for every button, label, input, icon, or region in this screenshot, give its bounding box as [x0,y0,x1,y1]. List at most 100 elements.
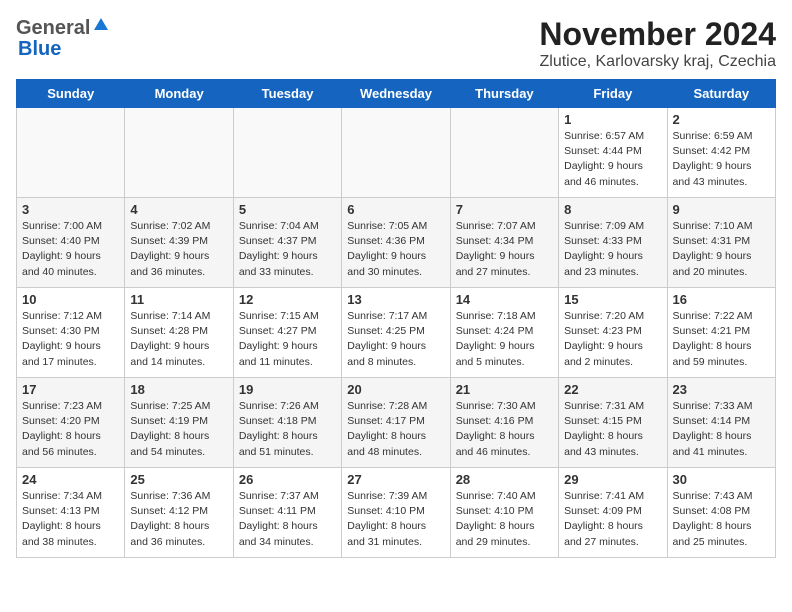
day-number: 21 [456,382,553,397]
calendar-cell: 19 Sunrise: 7:26 AM Sunset: 4:18 PM Dayli… [233,378,341,468]
day-number: 17 [22,382,119,397]
day-number: 19 [239,382,336,397]
logo-icon [92,16,110,34]
calendar-cell [450,108,558,198]
day-number: 24 [22,472,119,487]
logo: General Blue [16,16,110,61]
calendar-cell: 30Sunrise: 7:43 AM Sunset: 4:08 PM Dayli… [667,468,775,558]
calendar-cell: 20 Sunrise: 7:28 AM Sunset: 4:17 PM Dayli… [342,378,450,468]
week-row-4: 17 Sunrise: 7:23 AM Sunset: 4:20 PM Dayli… [17,378,776,468]
day-info: Sunrise: 7:12 AM Sunset: 4:30 PM Dayligh… [22,309,119,370]
day-number: 20 [347,382,444,397]
calendar-cell: 18 Sunrise: 7:25 AM Sunset: 4:19 PM Dayli… [125,378,233,468]
day-info: Sunrise: 7:25 AM Sunset: 4:19 PM Dayligh… [130,399,227,460]
day-number: 9 [673,202,770,217]
day-number: 25 [130,472,227,487]
calendar-cell: 17 Sunrise: 7:23 AM Sunset: 4:20 PM Dayli… [17,378,125,468]
logo-general-text: General [16,17,90,40]
month-title: November 2024 [539,16,776,53]
day-header-sunday: Sunday [17,80,125,108]
day-number: 23 [673,382,770,397]
calendar-cell [233,108,341,198]
calendar-cell: 23Sunrise: 7:33 AM Sunset: 4:14 PM Dayli… [667,378,775,468]
day-info: Sunrise: 7:36 AM Sunset: 4:12 PM Dayligh… [130,489,227,550]
days-header-row: SundayMondayTuesdayWednesdayThursdayFrid… [17,80,776,108]
day-info: Sunrise: 6:57 AM Sunset: 4:44 PM Dayligh… [564,129,661,190]
day-number: 28 [456,472,553,487]
calendar-cell: 24 Sunrise: 7:34 AM Sunset: 4:13 PM Dayli… [17,468,125,558]
day-header-wednesday: Wednesday [342,80,450,108]
day-info: Sunrise: 7:23 AM Sunset: 4:20 PM Dayligh… [22,399,119,460]
day-header-thursday: Thursday [450,80,558,108]
day-info: Sunrise: 7:04 AM Sunset: 4:37 PM Dayligh… [239,219,336,280]
calendar-cell [125,108,233,198]
calendar-cell: 9 Sunrise: 7:10 AM Sunset: 4:31 PM Daylig… [667,198,775,288]
day-number: 29 [564,472,661,487]
calendar-cell: 10 Sunrise: 7:12 AM Sunset: 4:30 PM Dayli… [17,288,125,378]
calendar-cell: 1 Sunrise: 6:57 AM Sunset: 4:44 PM Daylig… [559,108,667,198]
title-section: November 2024 Zlutice, Karlovarsky kraj,… [539,16,776,71]
calendar-cell: 7Sunrise: 7:07 AM Sunset: 4:34 PM Daylig… [450,198,558,288]
day-info: Sunrise: 7:18 AM Sunset: 4:24 PM Dayligh… [456,309,553,370]
day-info: Sunrise: 7:10 AM Sunset: 4:31 PM Dayligh… [673,219,770,280]
day-number: 22 [564,382,661,397]
day-number: 3 [22,202,119,217]
day-number: 1 [564,112,661,127]
day-number: 13 [347,292,444,307]
day-number: 26 [239,472,336,487]
calendar-cell: 11 Sunrise: 7:14 AM Sunset: 4:28 PM Dayli… [125,288,233,378]
day-info: Sunrise: 7:41 AM Sunset: 4:09 PM Dayligh… [564,489,661,550]
day-info: Sunrise: 7:34 AM Sunset: 4:13 PM Dayligh… [22,489,119,550]
calendar-cell: 4Sunrise: 7:02 AM Sunset: 4:39 PM Daylig… [125,198,233,288]
calendar-cell: 29 Sunrise: 7:41 AM Sunset: 4:09 PM Dayli… [559,468,667,558]
calendar-cell: 13Sunrise: 7:17 AM Sunset: 4:25 PM Dayli… [342,288,450,378]
day-info: Sunrise: 7:20 AM Sunset: 4:23 PM Dayligh… [564,309,661,370]
calendar-cell: 28 Sunrise: 7:40 AM Sunset: 4:10 PM Dayli… [450,468,558,558]
calendar-cell: 27 Sunrise: 7:39 AM Sunset: 4:10 PM Dayli… [342,468,450,558]
day-info: Sunrise: 7:39 AM Sunset: 4:10 PM Dayligh… [347,489,444,550]
calendar-cell: 21Sunrise: 7:30 AM Sunset: 4:16 PM Dayli… [450,378,558,468]
day-number: 11 [130,292,227,307]
calendar-cell: 5 Sunrise: 7:04 AM Sunset: 4:37 PM Daylig… [233,198,341,288]
day-info: Sunrise: 7:15 AM Sunset: 4:27 PM Dayligh… [239,309,336,370]
day-info: Sunrise: 7:09 AM Sunset: 4:33 PM Dayligh… [564,219,661,280]
calendar-cell: 12 Sunrise: 7:15 AM Sunset: 4:27 PM Dayli… [233,288,341,378]
day-info: Sunrise: 7:07 AM Sunset: 4:34 PM Dayligh… [456,219,553,280]
day-number: 10 [22,292,119,307]
day-info: Sunrise: 7:00 AM Sunset: 4:40 PM Dayligh… [22,219,119,280]
calendar-table: SundayMondayTuesdayWednesdayThursdayFrid… [16,79,776,558]
day-info: Sunrise: 7:40 AM Sunset: 4:10 PM Dayligh… [456,489,553,550]
day-number: 27 [347,472,444,487]
calendar-cell: 14Sunrise: 7:18 AM Sunset: 4:24 PM Dayli… [450,288,558,378]
day-number: 2 [673,112,770,127]
calendar-cell: 2 Sunrise: 6:59 AM Sunset: 4:42 PM Daylig… [667,108,775,198]
location-subtitle: Zlutice, Karlovarsky kraj, Czechia [539,53,776,71]
calendar-cell: 15 Sunrise: 7:20 AM Sunset: 4:23 PM Dayli… [559,288,667,378]
day-number: 6 [347,202,444,217]
week-row-5: 24 Sunrise: 7:34 AM Sunset: 4:13 PM Dayli… [17,468,776,558]
calendar-cell [342,108,450,198]
day-header-saturday: Saturday [667,80,775,108]
week-row-3: 10 Sunrise: 7:12 AM Sunset: 4:30 PM Dayli… [17,288,776,378]
day-info: Sunrise: 6:59 AM Sunset: 4:42 PM Dayligh… [673,129,770,190]
day-number: 15 [564,292,661,307]
calendar-cell: 25 Sunrise: 7:36 AM Sunset: 4:12 PM Dayli… [125,468,233,558]
day-header-monday: Monday [125,80,233,108]
day-info: Sunrise: 7:14 AM Sunset: 4:28 PM Dayligh… [130,309,227,370]
day-header-friday: Friday [559,80,667,108]
calendar-cell [17,108,125,198]
calendar-cell: 8 Sunrise: 7:09 AM Sunset: 4:33 PM Daylig… [559,198,667,288]
calendar-cell: 3 Sunrise: 7:00 AM Sunset: 4:40 PM Daylig… [17,198,125,288]
day-info: Sunrise: 7:26 AM Sunset: 4:18 PM Dayligh… [239,399,336,460]
day-number: 8 [564,202,661,217]
day-number: 30 [673,472,770,487]
day-number: 18 [130,382,227,397]
day-info: Sunrise: 7:31 AM Sunset: 4:15 PM Dayligh… [564,399,661,460]
day-info: Sunrise: 7:22 AM Sunset: 4:21 PM Dayligh… [673,309,770,370]
day-number: 5 [239,202,336,217]
day-number: 16 [673,292,770,307]
calendar-cell: 16 Sunrise: 7:22 AM Sunset: 4:21 PM Dayli… [667,288,775,378]
day-number: 12 [239,292,336,307]
day-info: Sunrise: 7:28 AM Sunset: 4:17 PM Dayligh… [347,399,444,460]
week-row-2: 3 Sunrise: 7:00 AM Sunset: 4:40 PM Daylig… [17,198,776,288]
